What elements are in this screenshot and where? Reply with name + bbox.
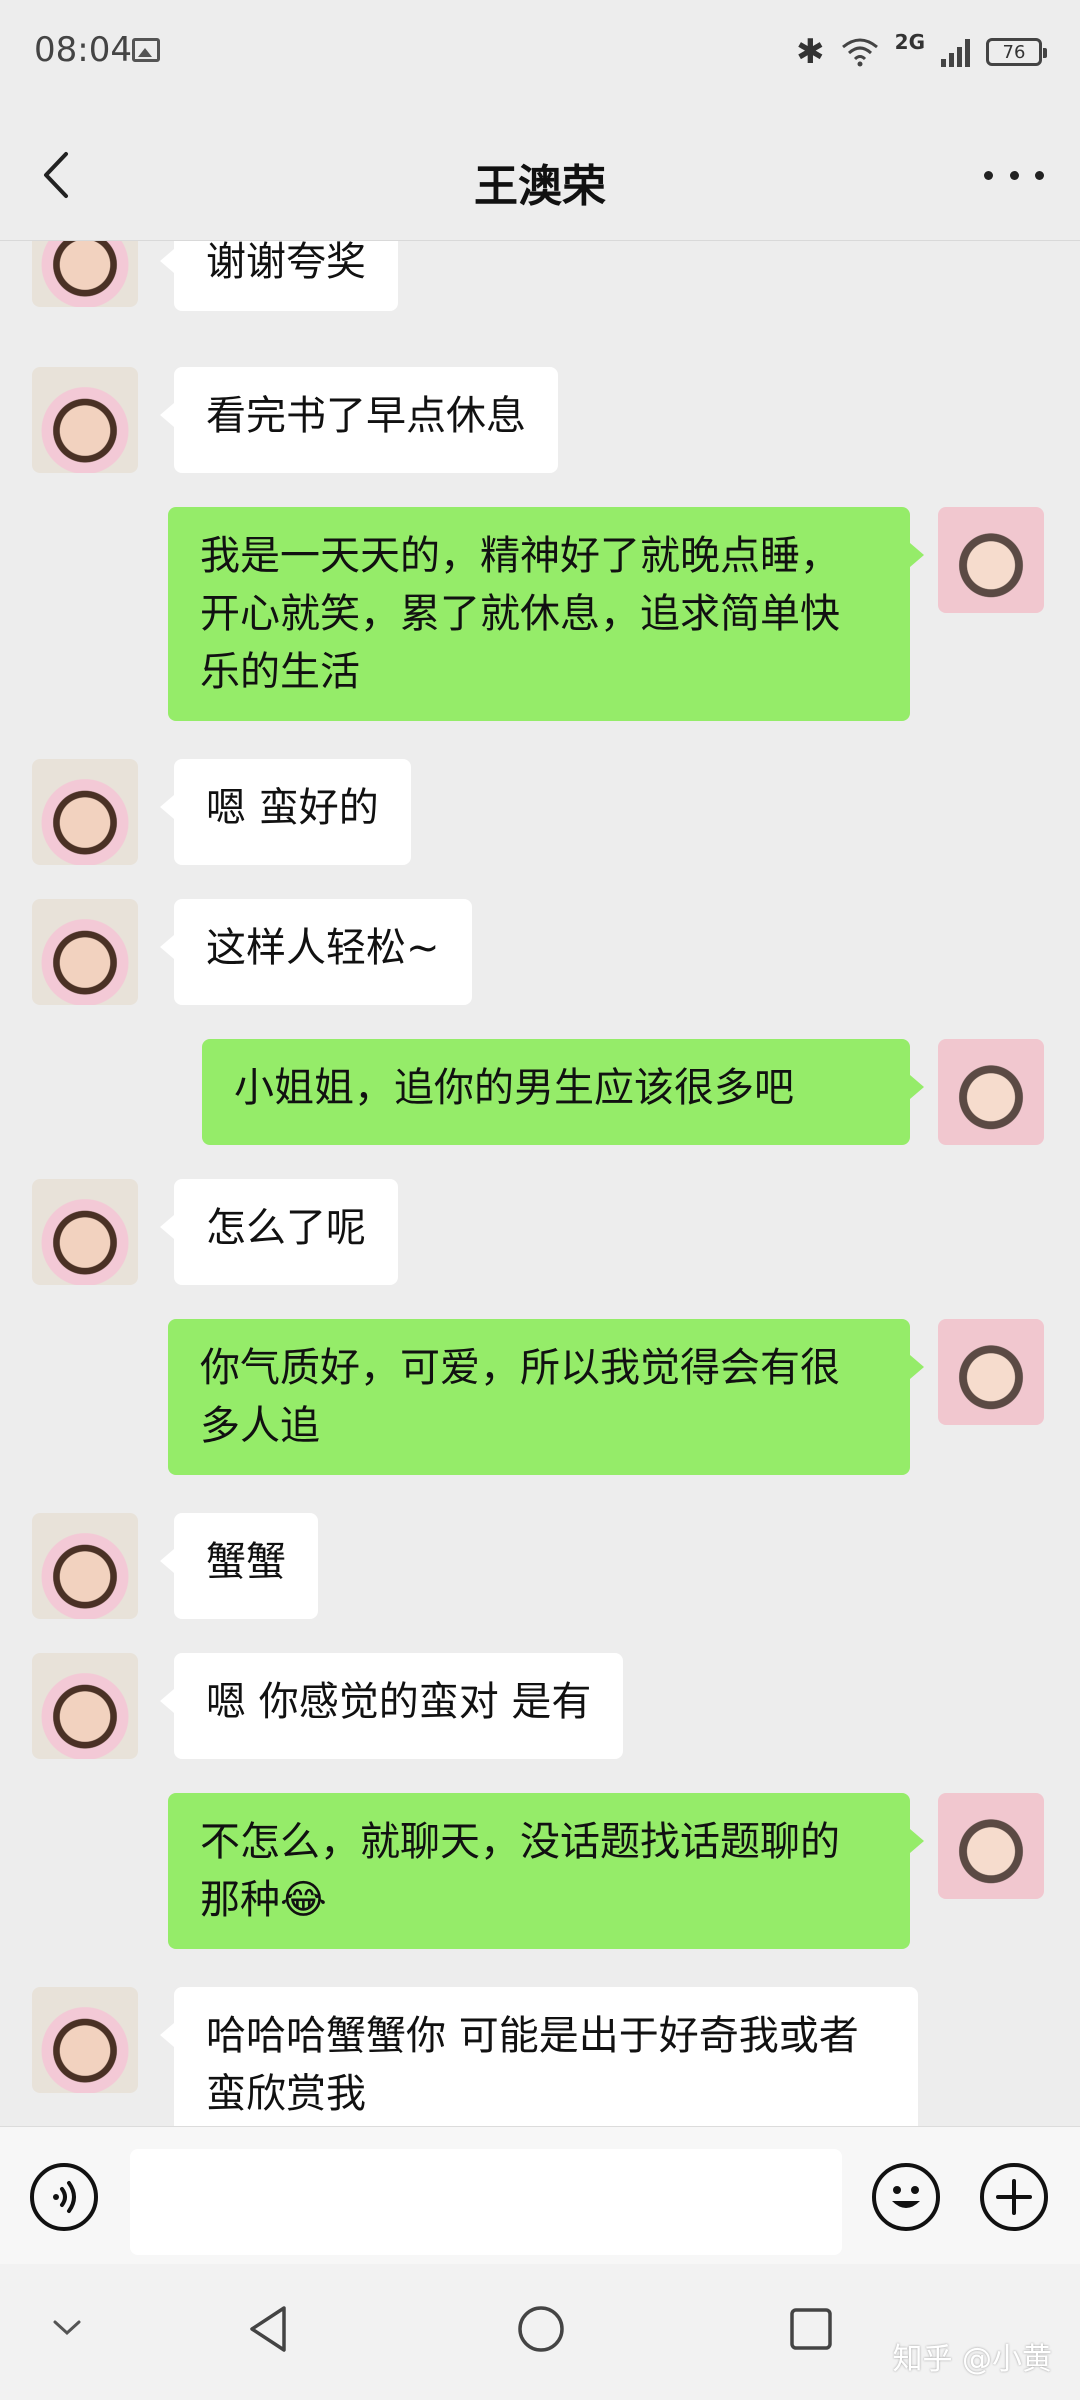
home-circle-icon[interactable] bbox=[516, 2304, 566, 2354]
message-right: 小姐姐，追你的男生应该很多吧 bbox=[202, 1039, 1044, 1145]
message-bubble[interactable]: 不怎么，就聊天，没话题找话题聊的那种😂 bbox=[168, 1793, 924, 1949]
contact-avatar[interactable] bbox=[32, 1987, 138, 2093]
more-icon[interactable] bbox=[984, 160, 1044, 190]
status-icons: ✱ 2G 76 bbox=[796, 30, 1047, 74]
system-nav-bar: 知乎 @小黄 bbox=[0, 2264, 1080, 2400]
contact-avatar[interactable] bbox=[32, 899, 138, 1005]
self-avatar[interactable] bbox=[938, 1039, 1044, 1145]
message-left: 这样人轻松~ bbox=[32, 899, 472, 1005]
message-bubble[interactable]: 小姐姐，追你的男生应该很多吧 bbox=[202, 1039, 924, 1145]
message-right: 我是一天天的，精神好了就晚点睡，开心就笑，累了就休息，追求简单快乐的生活 bbox=[168, 507, 1044, 721]
message-bubble[interactable]: 哈哈哈蟹蟹你 可能是出于好奇我或者蛮欣赏我 bbox=[160, 1987, 918, 2126]
contact-avatar[interactable] bbox=[32, 1179, 138, 1285]
self-avatar[interactable] bbox=[938, 1793, 1044, 1899]
input-bar bbox=[0, 2126, 1080, 2265]
message-right: 你气质好，可爱，所以我觉得会有很多人追 bbox=[168, 1319, 1044, 1475]
message-left: 蟹蟹 bbox=[32, 1513, 318, 1619]
message-right: 不怎么，就聊天，没话题找话题聊的那种😂 bbox=[168, 1793, 1044, 1949]
chat-title: 王澳荣 bbox=[474, 161, 606, 212]
message-left: 嗯 你感觉的蛮对 是有 bbox=[32, 1653, 624, 1759]
signal-icon bbox=[941, 37, 970, 67]
bluetooth-icon: ✱ bbox=[796, 32, 825, 72]
battery-icon: 76 bbox=[986, 38, 1047, 66]
network-type: 2G bbox=[894, 30, 925, 54]
message-bubble[interactable]: 谢谢夸奖 bbox=[160, 241, 398, 311]
message-left: 怎么了呢 bbox=[32, 1179, 398, 1285]
contact-avatar[interactable] bbox=[32, 1513, 138, 1619]
message-bubble[interactable]: 这样人轻松~ bbox=[160, 899, 472, 1005]
back-triangle-icon[interactable] bbox=[246, 2304, 290, 2354]
contact-avatar[interactable] bbox=[32, 367, 138, 473]
message-left: 嗯 蛮好的 bbox=[32, 759, 411, 865]
wifi-icon bbox=[841, 38, 878, 67]
chat-messages[interactable]: 谢谢夸奖 看完书了早点休息 我是一天天的，精神好了就晚点睡，开心就笑，累了就休息… bbox=[0, 241, 1080, 2126]
message-bubble[interactable]: 你气质好，可爱，所以我觉得会有很多人追 bbox=[168, 1319, 924, 1475]
voice-input-button[interactable] bbox=[30, 2163, 98, 2231]
plus-icon bbox=[996, 2179, 1032, 2215]
watermark: 知乎 @小黄 bbox=[892, 2342, 1052, 2377]
status-bar: 08:04 ✱ 2G 76 bbox=[0, 0, 1080, 110]
more-functions-button[interactable] bbox=[980, 2163, 1048, 2231]
status-time: 08:04 bbox=[34, 30, 132, 70]
message-input[interactable] bbox=[130, 2149, 842, 2255]
contact-avatar[interactable] bbox=[32, 241, 138, 307]
self-avatar[interactable] bbox=[938, 1319, 1044, 1425]
message-left: 谢谢夸奖 bbox=[32, 241, 398, 311]
contact-avatar[interactable] bbox=[32, 759, 138, 865]
message-bubble[interactable]: 我是一天天的，精神好了就晚点睡，开心就笑，累了就休息，追求简单快乐的生活 bbox=[168, 507, 924, 721]
contact-avatar[interactable] bbox=[32, 1653, 138, 1759]
message-bubble[interactable]: 蟹蟹 bbox=[160, 1513, 318, 1619]
chat-header: 王澳荣 bbox=[0, 110, 1080, 241]
message-bubble[interactable]: 怎么了呢 bbox=[160, 1179, 398, 1285]
smiley-icon bbox=[892, 2186, 920, 2208]
emoji-button[interactable] bbox=[872, 2163, 940, 2231]
self-avatar[interactable] bbox=[938, 507, 1044, 613]
battery-level: 76 bbox=[1002, 41, 1026, 63]
message-bubble[interactable]: 嗯 你感觉的蛮对 是有 bbox=[159, 1653, 624, 1759]
message-left: 哈哈哈蟹蟹你 可能是出于好奇我或者蛮欣赏我 bbox=[32, 1987, 918, 2126]
voice-icon bbox=[53, 2181, 76, 2213]
recent-apps-icon[interactable] bbox=[788, 2306, 834, 2352]
message-bubble[interactable]: 看完书了早点休息 bbox=[160, 367, 558, 473]
message-bubble[interactable]: 嗯 蛮好的 bbox=[160, 759, 411, 865]
chevron-down-icon[interactable] bbox=[52, 2318, 82, 2338]
gallery-icon bbox=[132, 38, 160, 62]
message-left: 看完书了早点休息 bbox=[32, 367, 558, 473]
